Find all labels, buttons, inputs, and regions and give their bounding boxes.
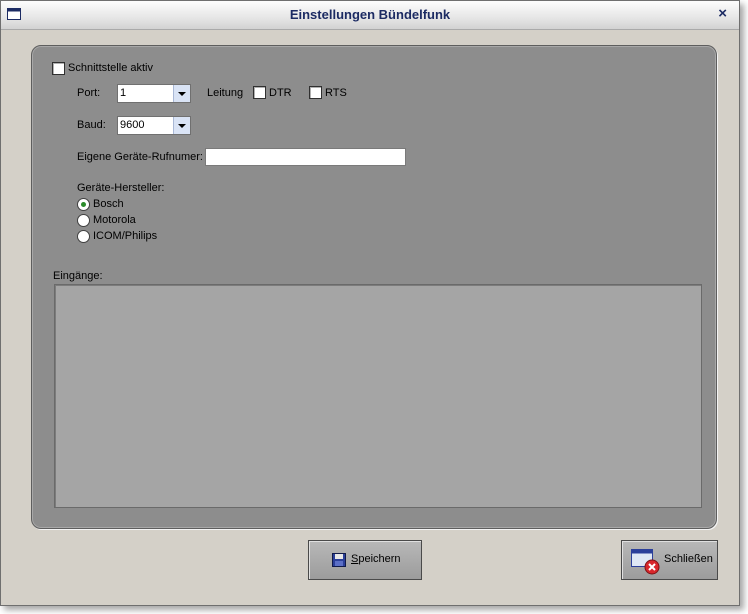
dtr-label: DTR [269, 87, 292, 99]
floppy-disk-icon [332, 553, 346, 567]
interface-active-checkbox[interactable] [52, 62, 65, 75]
save-button[interactable]: Speichern [308, 540, 422, 580]
close-window-cancel-icon [631, 549, 660, 575]
radio-bosch-label: Bosch [93, 198, 124, 210]
manufacturer-label: Geräte-Hersteller: [77, 182, 165, 194]
save-button-label: Speichern [351, 553, 401, 565]
leitung-label: Leitung [207, 87, 244, 99]
phone-number-label: Eigene Geräte-Rufnumer: [77, 151, 203, 163]
baud-select[interactable]: 9600 [117, 116, 191, 135]
interface-active-label: Schnittstelle aktiv [68, 62, 153, 74]
radio-icom-philips-label: ICOM/Philips [93, 230, 158, 242]
radio-bosch[interactable] [77, 198, 90, 211]
settings-window: Einstellungen Bündelfunk × Schnittstelle… [0, 0, 740, 606]
rts-checkbox[interactable] [309, 86, 322, 99]
close-button[interactable]: Schließen [621, 540, 718, 580]
close-window-icon[interactable]: × [718, 5, 727, 22]
chevron-down-icon[interactable] [173, 117, 190, 134]
inputs-label: Eingänge: [53, 270, 103, 282]
dtr-checkbox[interactable] [253, 86, 266, 99]
window-title: Einstellungen Bündelfunk [289, 7, 451, 22]
phone-number-input[interactable] [205, 148, 406, 166]
save-button-label-rest: peichern [358, 553, 401, 565]
baud-select-value: 9600 [120, 119, 145, 131]
chevron-down-icon[interactable] [173, 85, 190, 102]
title-bar: Einstellungen Bündelfunk × [1, 1, 739, 30]
radio-motorola[interactable] [77, 214, 90, 227]
radio-icom-philips[interactable] [77, 230, 90, 243]
port-select[interactable]: 1 [117, 84, 191, 103]
radio-motorola-label: Motorola [93, 214, 136, 226]
rts-label: RTS [325, 87, 347, 99]
port-label: Port: [77, 87, 101, 99]
inputs-list[interactable] [54, 284, 702, 508]
baud-label: Baud: [77, 119, 106, 131]
close-button-label: Schließen [664, 553, 713, 565]
port-select-value: 1 [120, 87, 127, 99]
